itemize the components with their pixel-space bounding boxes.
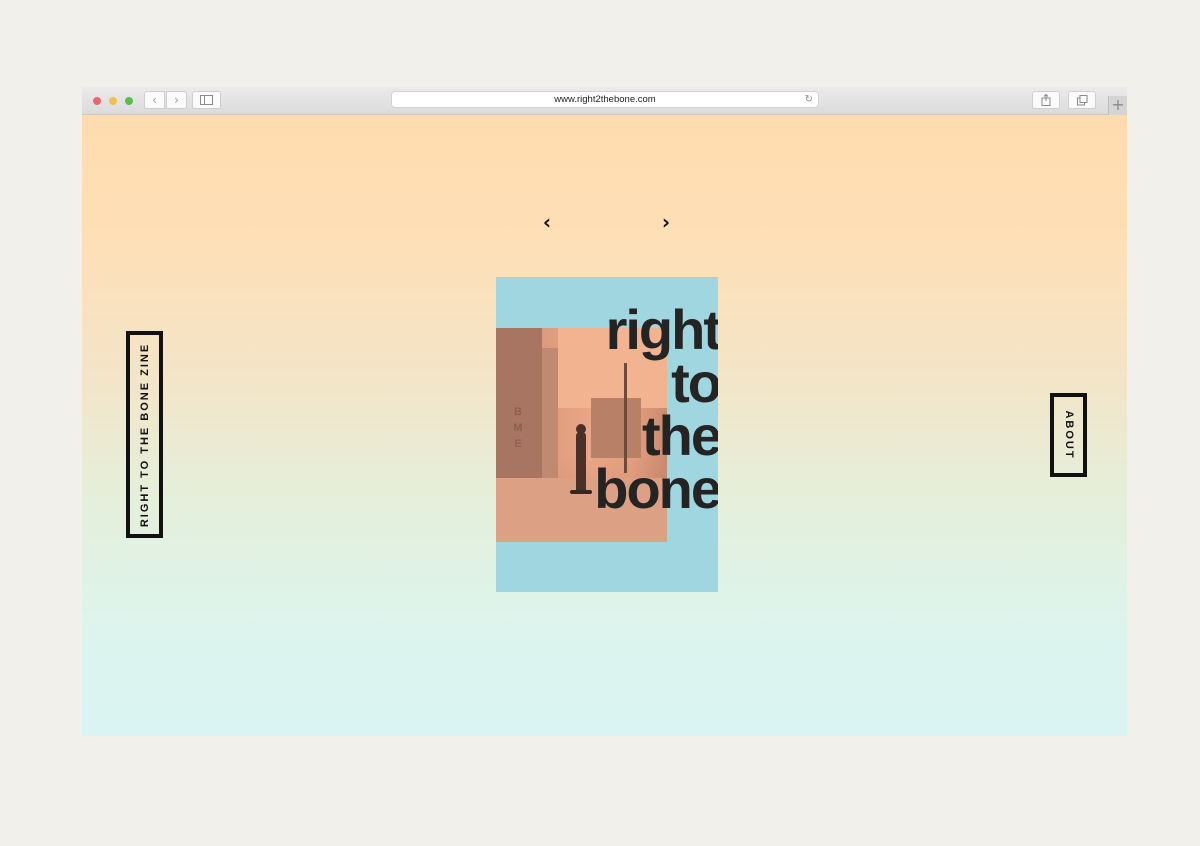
cover-title-line: to [671, 351, 718, 414]
cover-title-line: bone [594, 457, 718, 520]
minimize-window-button[interactable] [109, 97, 117, 105]
zine-cover-image[interactable]: B M E right to the bone [496, 277, 718, 592]
sidebar-toggle-button[interactable] [192, 91, 221, 109]
new-tab-button[interactable]: + [1108, 96, 1127, 115]
cover-title-line: right [605, 298, 718, 361]
cover-title: right to the bone [594, 298, 718, 520]
page-viewport: ‹ › RIGHT TO THE BONE ZINE ABOUT B M E r… [82, 115, 1127, 736]
chevron-right-icon: › [174, 93, 179, 107]
about-button[interactable]: ABOUT [1050, 393, 1087, 477]
close-window-button[interactable] [93, 97, 101, 105]
tabs-icon [1076, 94, 1087, 105]
next-arrow-button[interactable]: › [656, 211, 676, 235]
zine-title-button[interactable]: RIGHT TO THE BONE ZINE [126, 331, 163, 538]
share-button[interactable] [1032, 91, 1060, 109]
chevron-left-icon: ‹ [542, 210, 552, 234]
wall-graffiti-letters: B M E [513, 406, 523, 450]
zine-title-label: RIGHT TO THE BONE ZINE [138, 342, 151, 527]
about-label: ABOUT [1062, 410, 1075, 460]
reload-icon[interactable]: ↻ [805, 92, 813, 107]
chevron-left-icon: ‹ [152, 93, 157, 107]
chevron-right-icon: › [661, 210, 671, 234]
tabs-overview-button[interactable] [1068, 91, 1096, 109]
address-bar[interactable]: www.right2thebone.com ↻ [391, 91, 819, 108]
forward-button[interactable]: › [166, 91, 187, 109]
url-text: www.right2thebone.com [554, 94, 656, 105]
browser-toolbar: ‹ › www.right2thebone.com ↻ + [82, 87, 1127, 115]
cover-title-line: the [642, 404, 718, 467]
zoom-window-button[interactable] [125, 97, 133, 105]
previous-arrow-button[interactable]: ‹ [537, 211, 557, 235]
browser-window: ‹ › www.right2thebone.com ↻ + ‹ › RIGHT … [82, 87, 1127, 736]
sidebar-icon [200, 95, 213, 105]
back-button[interactable]: ‹ [144, 91, 165, 109]
share-icon [1041, 94, 1051, 106]
